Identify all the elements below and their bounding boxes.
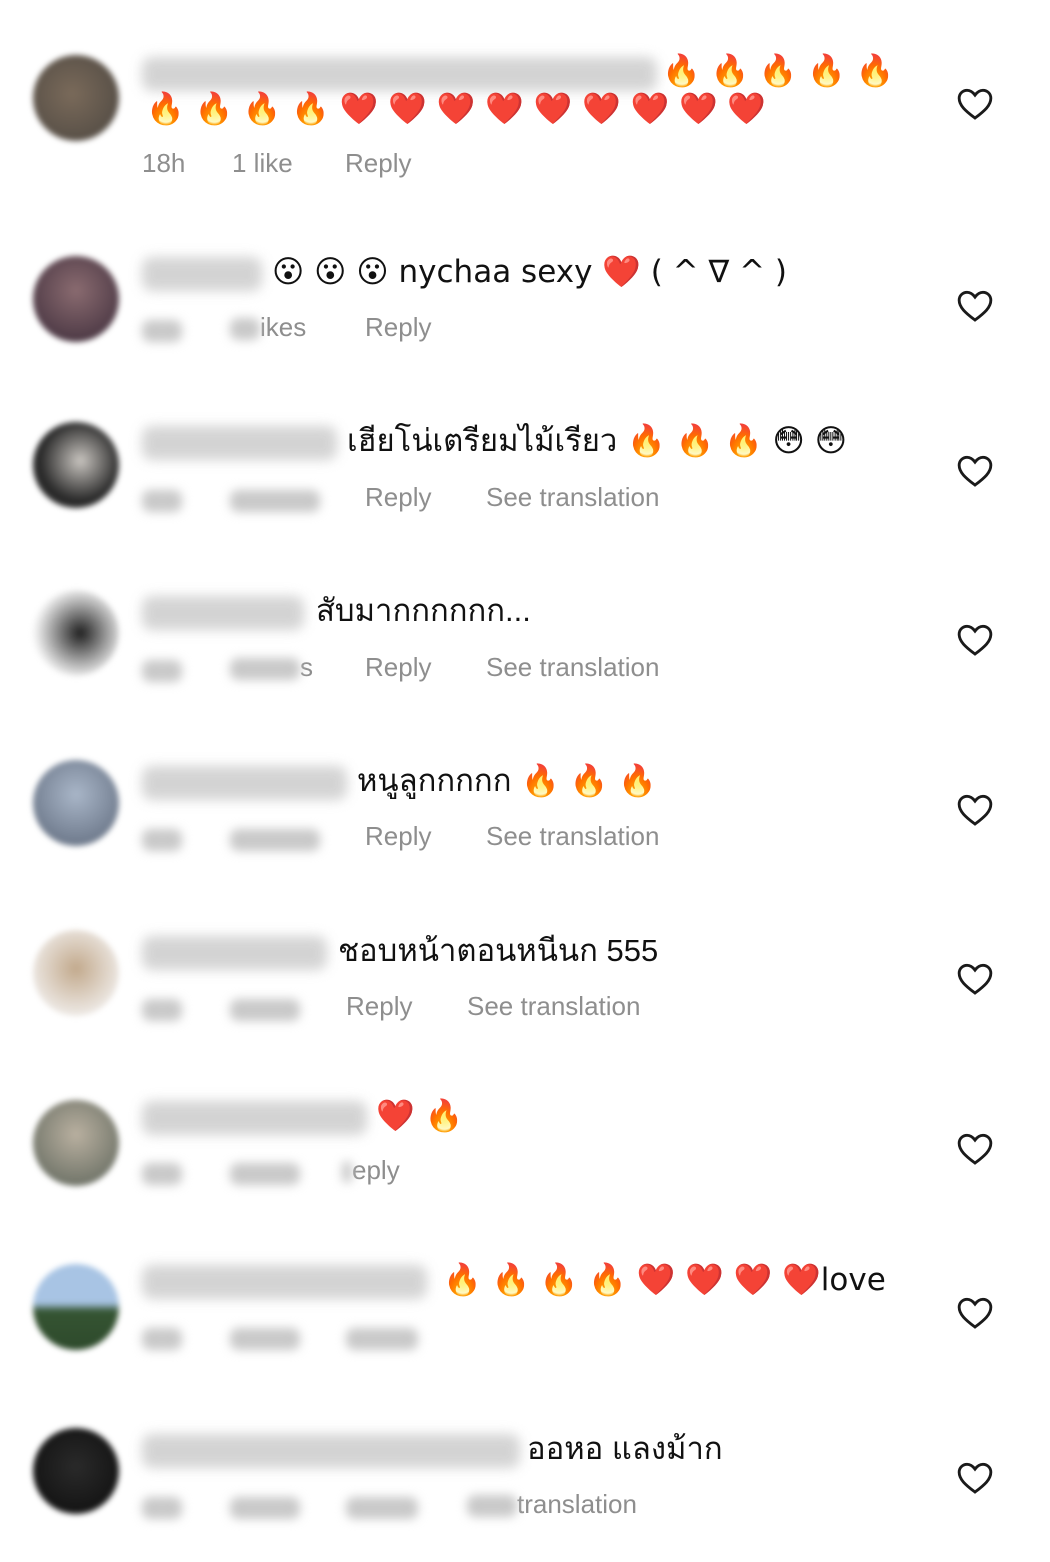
see-translation-button[interactable]: See translation [486, 652, 659, 683]
see-translation-button[interactable]: See translation [486, 821, 659, 852]
like-button[interactable] [956, 287, 994, 323]
reply-button-blurred[interactable] [346, 1495, 418, 1526]
comment-time-blurred [142, 488, 182, 519]
reply-button[interactable]: Reply [365, 482, 431, 513]
comment-time-blurred [142, 827, 182, 858]
see-translation-button[interactable]: See translation [467, 991, 640, 1022]
comment-text: ❤️ 🔥 [376, 1098, 464, 1134]
like-count-blurred[interactable] [230, 1161, 300, 1192]
reply-button-blurred[interactable] [346, 1326, 418, 1357]
comment-text-line1: 🔥 🔥 🔥 🔥 🔥 [662, 53, 895, 89]
comment-time-blurred [142, 658, 182, 689]
comment-text: หนูลูกกกกก 🔥 🔥 🔥 [357, 763, 657, 799]
like-count-blurred[interactable] [230, 1495, 300, 1526]
heart-outline-icon [957, 88, 993, 120]
like-count-blurred[interactable] [230, 488, 320, 519]
comment-time-blurred [142, 997, 182, 1028]
like-count[interactable]: ikes [230, 312, 306, 343]
see-translation-button[interactable]: translation [467, 1489, 637, 1520]
heart-outline-icon [957, 290, 993, 322]
comment-meta [142, 1320, 542, 1354]
reply-button[interactable]: Reply [365, 652, 431, 683]
avatar[interactable] [33, 1428, 119, 1514]
comment-meta: s Reply See translation [142, 652, 742, 686]
comment-time-blurred [142, 1161, 182, 1192]
comment-time-blurred [142, 1326, 182, 1357]
comment-text: สับมากกกกกก... [316, 593, 531, 628]
avatar[interactable] [33, 760, 119, 846]
heart-outline-icon [957, 1133, 993, 1165]
comment-time-blurred [142, 1495, 182, 1526]
like-count-blurred[interactable] [230, 997, 300, 1028]
reply-button[interactable]: eply [342, 1155, 400, 1186]
avatar[interactable] [33, 590, 119, 676]
comment-text: ออหอ แลงม้าก [527, 1431, 723, 1466]
like-button[interactable] [956, 960, 994, 996]
comment-meta: translation [142, 1489, 742, 1523]
username-blurred[interactable] [142, 766, 347, 800]
comment-meta: 18h 1 like Reply [142, 148, 542, 182]
username-blurred[interactable] [142, 57, 657, 91]
like-button[interactable] [956, 621, 994, 657]
avatar[interactable] [33, 930, 119, 1016]
avatar[interactable] [33, 256, 119, 342]
username-blurred[interactable] [142, 1434, 520, 1468]
like-count-label: s [300, 652, 313, 682]
heart-outline-icon [957, 794, 993, 826]
heart-outline-icon [957, 455, 993, 487]
like-count[interactable]: 1 like [232, 148, 293, 179]
username-blurred[interactable] [142, 426, 337, 460]
heart-outline-icon [957, 1297, 993, 1329]
like-count-blurred[interactable] [230, 827, 320, 858]
reply-label: eply [352, 1155, 400, 1185]
comment-text: 🔥 🔥 🔥 🔥 ❤️ ❤️ ❤️ ❤️love [443, 1262, 886, 1298]
username-blurred[interactable] [142, 257, 262, 291]
reply-button[interactable]: Reply [346, 991, 412, 1022]
comment-meta: Reply See translation [142, 821, 742, 855]
avatar[interactable] [33, 55, 119, 141]
comment-time-blurred [142, 318, 182, 349]
reply-button[interactable]: Reply [345, 148, 411, 179]
username-blurred[interactable] [142, 596, 304, 630]
translation-label: translation [517, 1489, 637, 1519]
like-button[interactable] [956, 1130, 994, 1166]
comment-time: 18h [142, 148, 186, 178]
heart-outline-icon [957, 1462, 993, 1494]
comment-meta: eply [142, 1155, 542, 1189]
like-button[interactable] [956, 1459, 994, 1495]
heart-outline-icon [957, 963, 993, 995]
like-count-blurred[interactable] [230, 1326, 300, 1357]
like-button[interactable] [956, 452, 994, 488]
username-blurred[interactable] [142, 936, 327, 970]
like-button[interactable] [956, 1294, 994, 1330]
like-count[interactable]: s [230, 652, 313, 683]
comment-meta: ikes Reply [142, 312, 542, 346]
heart-outline-icon [957, 624, 993, 656]
comment-text: ชอบหน้าตอนหนีนก 555 [338, 933, 659, 968]
comment-text: 😮 😮 😮 nychaa sexy ❤️ ( ^ ∇ ^ ) [272, 254, 788, 290]
avatar[interactable] [33, 1264, 119, 1350]
see-translation-button[interactable]: See translation [486, 482, 659, 513]
reply-button[interactable]: Reply [365, 312, 431, 343]
comment-meta: Reply See translation [142, 991, 742, 1025]
like-count-label: ikes [260, 312, 307, 342]
username-blurred[interactable] [142, 1101, 367, 1135]
avatar[interactable] [33, 422, 119, 508]
avatar[interactable] [33, 1100, 119, 1186]
comment-text-line2: 🔥 🔥 🔥 🔥 ❤️ ❤️ ❤️ ❤️ ❤️ ❤️ ❤️ ❤️ ❤️ [146, 91, 767, 127]
comment-text: เฮียโน่เตรียมไม้เรียว 🔥 🔥 🔥 😳 😳 [347, 423, 848, 459]
comment-meta: Reply See translation [142, 482, 742, 516]
reply-button[interactable]: Reply [365, 821, 431, 852]
like-button[interactable] [956, 85, 994, 121]
username-blurred[interactable] [142, 1265, 427, 1299]
like-button[interactable] [956, 791, 994, 827]
